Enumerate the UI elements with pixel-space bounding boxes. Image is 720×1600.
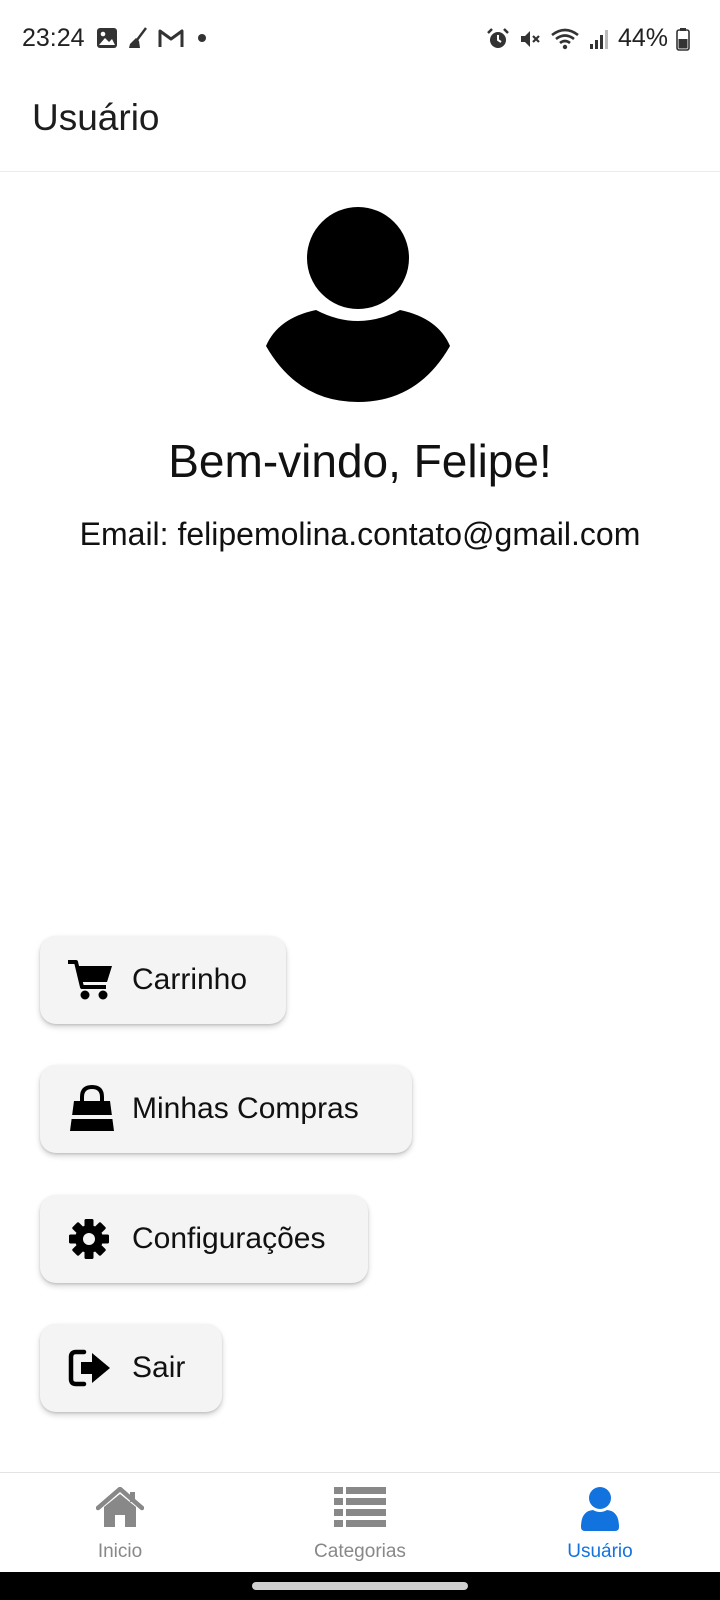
settings-button-label: Configurações (132, 1222, 326, 1255)
welcome-message: Bem-vindo, Felipe! (168, 435, 552, 487)
my-orders-button[interactable]: Minhas Compras (40, 1065, 412, 1153)
nav-label-user: Usuário (567, 1541, 633, 1562)
status-right: 44% (486, 24, 690, 53)
dot-icon (198, 34, 206, 42)
gesture-bar (0, 1572, 720, 1600)
user-email: Email: felipemolina.contato@gmail.com (79, 516, 641, 552)
sign-out-icon (68, 1344, 118, 1392)
status-bar: 23:24 44% (0, 0, 720, 80)
list-icon (240, 1487, 480, 1533)
notification-icons (96, 26, 212, 50)
mute-icon (520, 30, 540, 47)
cart-icon (68, 956, 118, 1004)
gmail-icon (158, 29, 184, 47)
page-title: Usuário (32, 97, 160, 138)
user-avatar-icon (266, 207, 450, 402)
home-icon (0, 1487, 240, 1533)
broom-icon (129, 27, 147, 48)
settings-button[interactable]: Configurações (40, 1195, 368, 1283)
shopping-bag-icon (68, 1085, 118, 1133)
my-orders-button-label: Minhas Compras (132, 1092, 359, 1125)
nav-label-categories: Categorias (314, 1541, 406, 1562)
status-time: 23:24 (22, 24, 85, 52)
app-bar: Usuário (0, 80, 720, 172)
wifi-icon (551, 28, 579, 49)
battery-percent: 44% (617, 24, 668, 52)
bottom-navigation: Inicio Categorias Usuário (0, 1472, 720, 1572)
user-icon (480, 1487, 720, 1533)
logout-button-label: Sair (132, 1351, 186, 1384)
signal-icon (589, 29, 608, 49)
logout-button[interactable]: Sair (40, 1324, 222, 1412)
nav-item-home[interactable]: Inicio (0, 1473, 240, 1573)
gear-icon (68, 1215, 118, 1263)
cart-button-label: Carrinho (132, 963, 248, 996)
cart-button[interactable]: Carrinho (40, 936, 286, 1024)
alarm-icon (487, 27, 509, 48)
image-icon (97, 28, 117, 48)
nav-label-home: Inicio (97, 1541, 143, 1562)
battery-icon (676, 27, 690, 51)
nav-item-user[interactable]: Usuário (480, 1473, 720, 1573)
nav-item-categories[interactable]: Categorias (240, 1473, 480, 1573)
gesture-handle[interactable] (252, 1582, 468, 1590)
